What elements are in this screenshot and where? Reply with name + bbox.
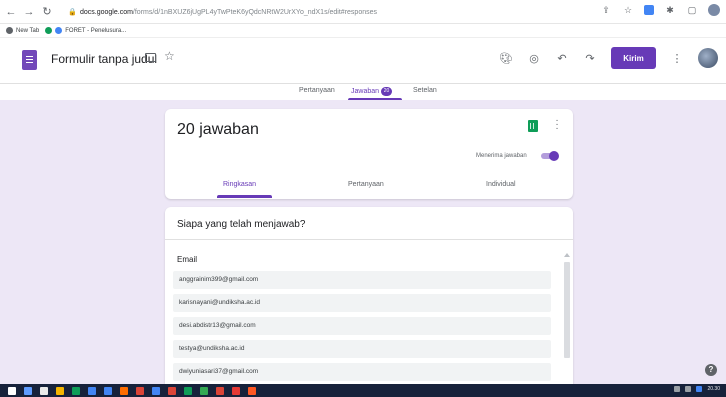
who-responded-title: Siapa yang telah menjawab? [177,219,306,230]
taskbar-app-icon[interactable] [168,386,176,395]
responses-summary-card: 20 jawaban · · · Menerima jawaban Ringkasa… [165,109,573,199]
windows-start-icon[interactable] [8,386,16,395]
taskbar-app-icon[interactable] [88,386,96,395]
email-row: karisnayani@undiksha.ac.id [173,294,551,312]
help-icon[interactable]: ? [705,364,717,376]
send-button[interactable]: Kirim [611,47,656,69]
tab-responses-label: Jawaban [351,88,380,95]
extension-icon[interactable] [644,5,654,15]
clock[interactable]: 20.30 [707,386,720,392]
url-host: docs.google.com [80,8,133,16]
bookmark-label: FORET - Penelusura... [65,27,127,34]
divider [165,239,573,240]
form-tabs: Pertanyaan Jawaban 20 Setelan [0,84,726,100]
bookmark-icon [45,27,53,34]
address-bar[interactable]: 🔒 docs.google.com /forms/d/1nBXUZ6jUgPL4… [68,4,588,20]
network-icon[interactable] [674,386,681,392]
scrollbar-thumb[interactable] [564,262,570,358]
notification-icon[interactable] [696,386,703,392]
taskbar-app-icon[interactable] [200,386,208,395]
response-count: 20 jawaban [177,121,259,138]
palette-icon[interactable]: 🎨︎ [499,51,513,65]
star-icon[interactable]: ☆ [164,49,175,63]
windows-taskbar: 20.30 [0,384,726,397]
google-icon [55,27,63,34]
taskbar-app-icon[interactable] [120,386,128,395]
url-path: /forms/d/1nBXUZ6jUgPL4yTwPteK6yQdcNRtW2U… [132,8,377,16]
bookmark-star-icon[interactable]: ☆ [622,4,634,16]
bookmark-item[interactable]: New Tab [6,27,39,34]
who-responded-card: Siapa yang telah menjawab? Email anggrai… [165,207,573,387]
taskbar-app-icon[interactable] [24,386,32,395]
more-options-icon[interactable]: · · · [553,116,561,134]
taskbar-app-icon[interactable] [40,386,48,395]
system-tray: 20.30 [674,386,720,392]
preview-eye-icon[interactable]: ◎ [527,51,541,65]
bookmarks-bar: New Tab FORET - Penelusura... [0,24,726,38]
bookmark-item[interactable]: FORET - Penelusura... [45,27,126,34]
taskbar-app-icon[interactable] [152,386,160,395]
toggle-knob [549,151,559,161]
tab-settings[interactable]: Setelan [413,87,437,94]
taskbar-app-icon[interactable] [104,386,112,395]
sheets-icon[interactable] [528,120,538,132]
undo-icon[interactable]: ↶ [555,51,569,65]
scroll-up-icon[interactable] [564,253,570,257]
taskbar-app-icon[interactable] [72,386,80,395]
bookmark-label: New Tab [16,27,40,34]
folder-icon[interactable] [145,53,156,62]
subtab-summary[interactable]: Ringkasan [223,181,256,188]
accepting-responses-label: Menerima jawaban [476,153,527,159]
tab-questions[interactable]: Pertanyaan [299,87,335,94]
taskbar-app-icon[interactable] [232,386,240,395]
reload-icon[interactable]: ↻ [40,5,54,19]
back-arrow-icon[interactable]: ← [4,5,18,19]
form-title[interactable]: Formulir tanpa judul [51,52,157,66]
tab-responses[interactable]: Jawaban 20 [351,87,393,96]
window-icon[interactable]: ▢ [686,4,698,16]
avatar[interactable] [698,48,718,68]
email-row: anggrainim399@gmail.com [173,271,551,289]
forms-header: Formulir tanpa judul ☆ 🎨︎ ◎ ↶ ↷ Kirim ⋮ [0,38,726,84]
email-row: desi.abdistr13@gmail.com [173,317,551,335]
active-tab-indicator [348,98,402,100]
scrollbar[interactable] [563,250,571,387]
taskbar-app-icon[interactable] [216,386,224,395]
email-row: dwiyuniasari37@gmail.com [173,363,551,381]
volume-icon[interactable] [685,386,692,392]
subtab-indicator [217,195,272,198]
more-vert-icon[interactable]: ⋮ [670,51,684,65]
redo-icon[interactable]: ↷ [583,51,597,65]
responses-count-badge: 20 [381,87,393,96]
email-column-header: Email [177,255,198,264]
lock-icon: 🔒 [68,9,77,16]
profile-avatar[interactable] [708,4,720,16]
forms-logo-icon[interactable] [22,50,37,70]
accepting-responses-toggle[interactable] [539,151,559,161]
taskbar-app-icon[interactable] [248,386,256,395]
share-icon[interactable]: ⇪ [600,4,612,16]
puzzle-icon[interactable]: ✱ [664,4,676,16]
taskbar-app-icon[interactable] [184,386,192,395]
browser-toolbar: ← → ↻ 🔒 docs.google.com /forms/d/1nBXUZ6… [0,0,726,24]
globe-icon [6,27,13,34]
taskbar-app-icon[interactable] [56,386,64,395]
email-row: testya@undiksha.ac.id [173,340,551,358]
subtab-individual[interactable]: Individual [486,181,516,188]
forward-arrow-icon[interactable]: → [22,5,36,19]
subtab-question[interactable]: Pertanyaan [348,181,384,188]
taskbar-app-icon[interactable] [136,386,144,395]
